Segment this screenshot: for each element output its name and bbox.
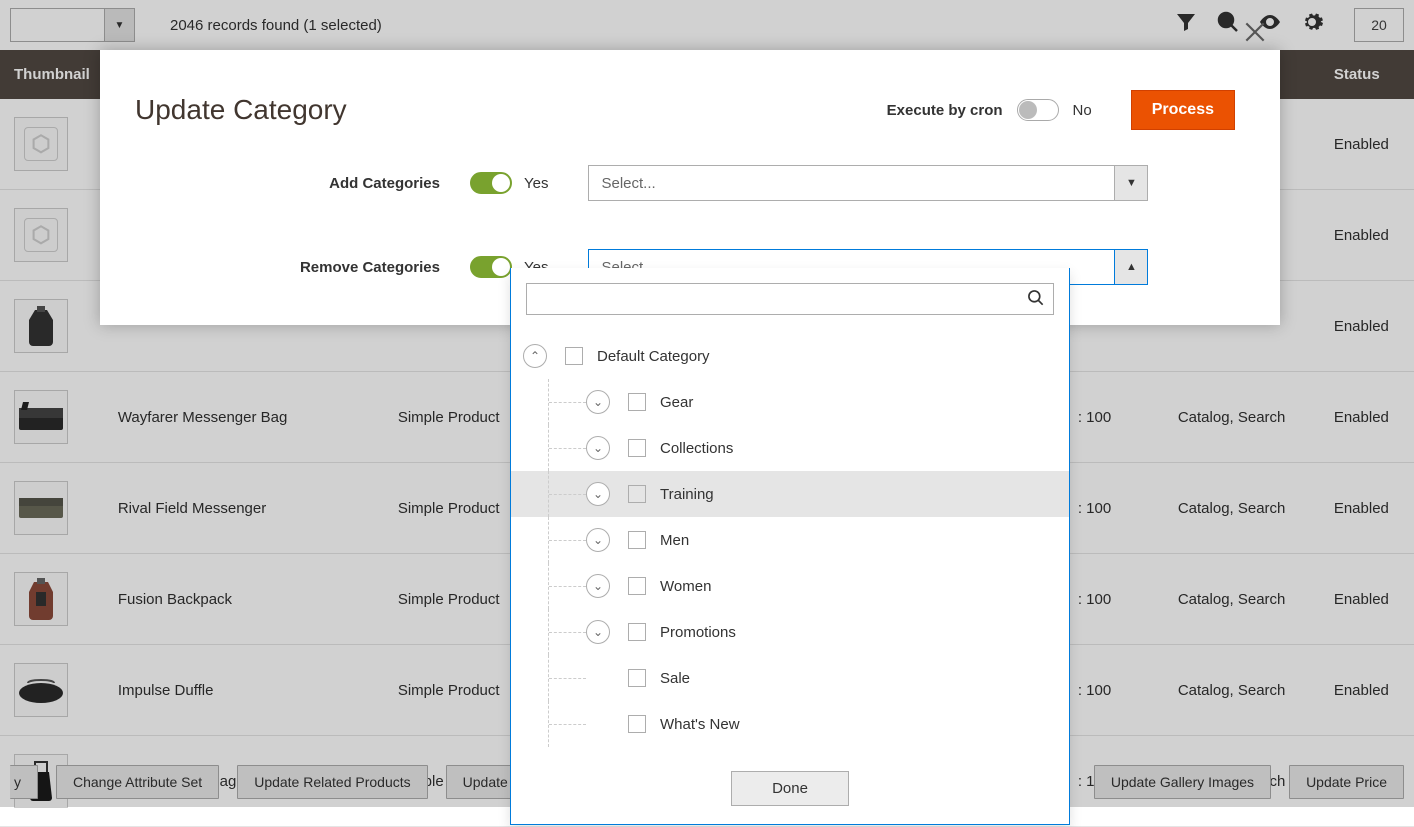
execute-by-cron-state: No (1073, 102, 1092, 119)
tree-row[interactable]: ⌄ Promotions (511, 609, 1069, 655)
tree-label: Collections (660, 440, 733, 457)
tree-label: Training (660, 486, 714, 503)
tree-label: Gear (660, 394, 693, 411)
tree-row[interactable]: ⌄ Gear (511, 379, 1069, 425)
tree-row-root[interactable]: ⌃ Default Category (511, 333, 1069, 379)
close-icon[interactable] (1240, 17, 1270, 47)
tree-row[interactable]: ⌄ Collections (511, 425, 1069, 471)
tree-label: Sale (660, 670, 690, 687)
tree-label: Women (660, 578, 711, 595)
chevron-up-icon[interactable]: ⌃ (523, 344, 547, 368)
tree-label: Promotions (660, 624, 736, 641)
tree-label: Men (660, 532, 689, 549)
modal-title: Update Category (135, 94, 347, 126)
search-icon (1026, 288, 1046, 308)
checkbox[interactable] (628, 577, 646, 595)
chevron-down-icon: ▼ (1114, 166, 1147, 200)
checkbox[interactable] (628, 715, 646, 733)
checkbox[interactable] (628, 393, 646, 411)
checkbox[interactable] (628, 531, 646, 549)
execute-by-cron-label: Execute by cron (887, 102, 1003, 119)
category-search (526, 283, 1054, 315)
tree-row[interactable]: Sale (511, 655, 1069, 701)
checkbox[interactable] (628, 485, 646, 503)
add-categories-state: Yes (524, 175, 548, 192)
chevron-down-icon[interactable]: ⌄ (586, 436, 610, 460)
process-button[interactable]: Process (1131, 90, 1235, 130)
category-search-input[interactable] (526, 283, 1054, 315)
tree-label: What's New (660, 716, 740, 733)
checkbox[interactable] (628, 669, 646, 687)
done-button[interactable]: Done (731, 771, 849, 806)
remove-categories-toggle[interactable] (470, 256, 512, 278)
checkbox[interactable] (628, 623, 646, 641)
tree-row[interactable]: What's New (511, 701, 1069, 747)
add-categories-label: Add Categories (135, 175, 470, 192)
chevron-down-icon[interactable]: ⌄ (586, 390, 610, 414)
tree-row[interactable]: ⌄ Men (511, 517, 1069, 563)
checkbox[interactable] (565, 347, 583, 365)
execute-by-cron-toggle[interactable] (1017, 99, 1059, 121)
chevron-up-icon: ▲ (1114, 250, 1147, 284)
chevron-down-icon[interactable]: ⌄ (586, 528, 610, 552)
add-categories-select[interactable]: Select... ▼ (588, 165, 1148, 201)
chevron-down-icon[interactable]: ⌄ (586, 620, 610, 644)
tree-row[interactable]: ⌄ Training (511, 471, 1069, 517)
remove-categories-label: Remove Categories (135, 259, 470, 276)
tree-row[interactable]: ⌄ Women (511, 563, 1069, 609)
category-tree-dropdown: ⌃ Default Category ⌄ Gear ⌄ Collections … (510, 268, 1070, 825)
add-categories-toggle[interactable] (470, 172, 512, 194)
chevron-down-icon[interactable]: ⌄ (586, 482, 610, 506)
checkbox[interactable] (628, 439, 646, 457)
chevron-down-icon[interactable]: ⌄ (586, 574, 610, 598)
